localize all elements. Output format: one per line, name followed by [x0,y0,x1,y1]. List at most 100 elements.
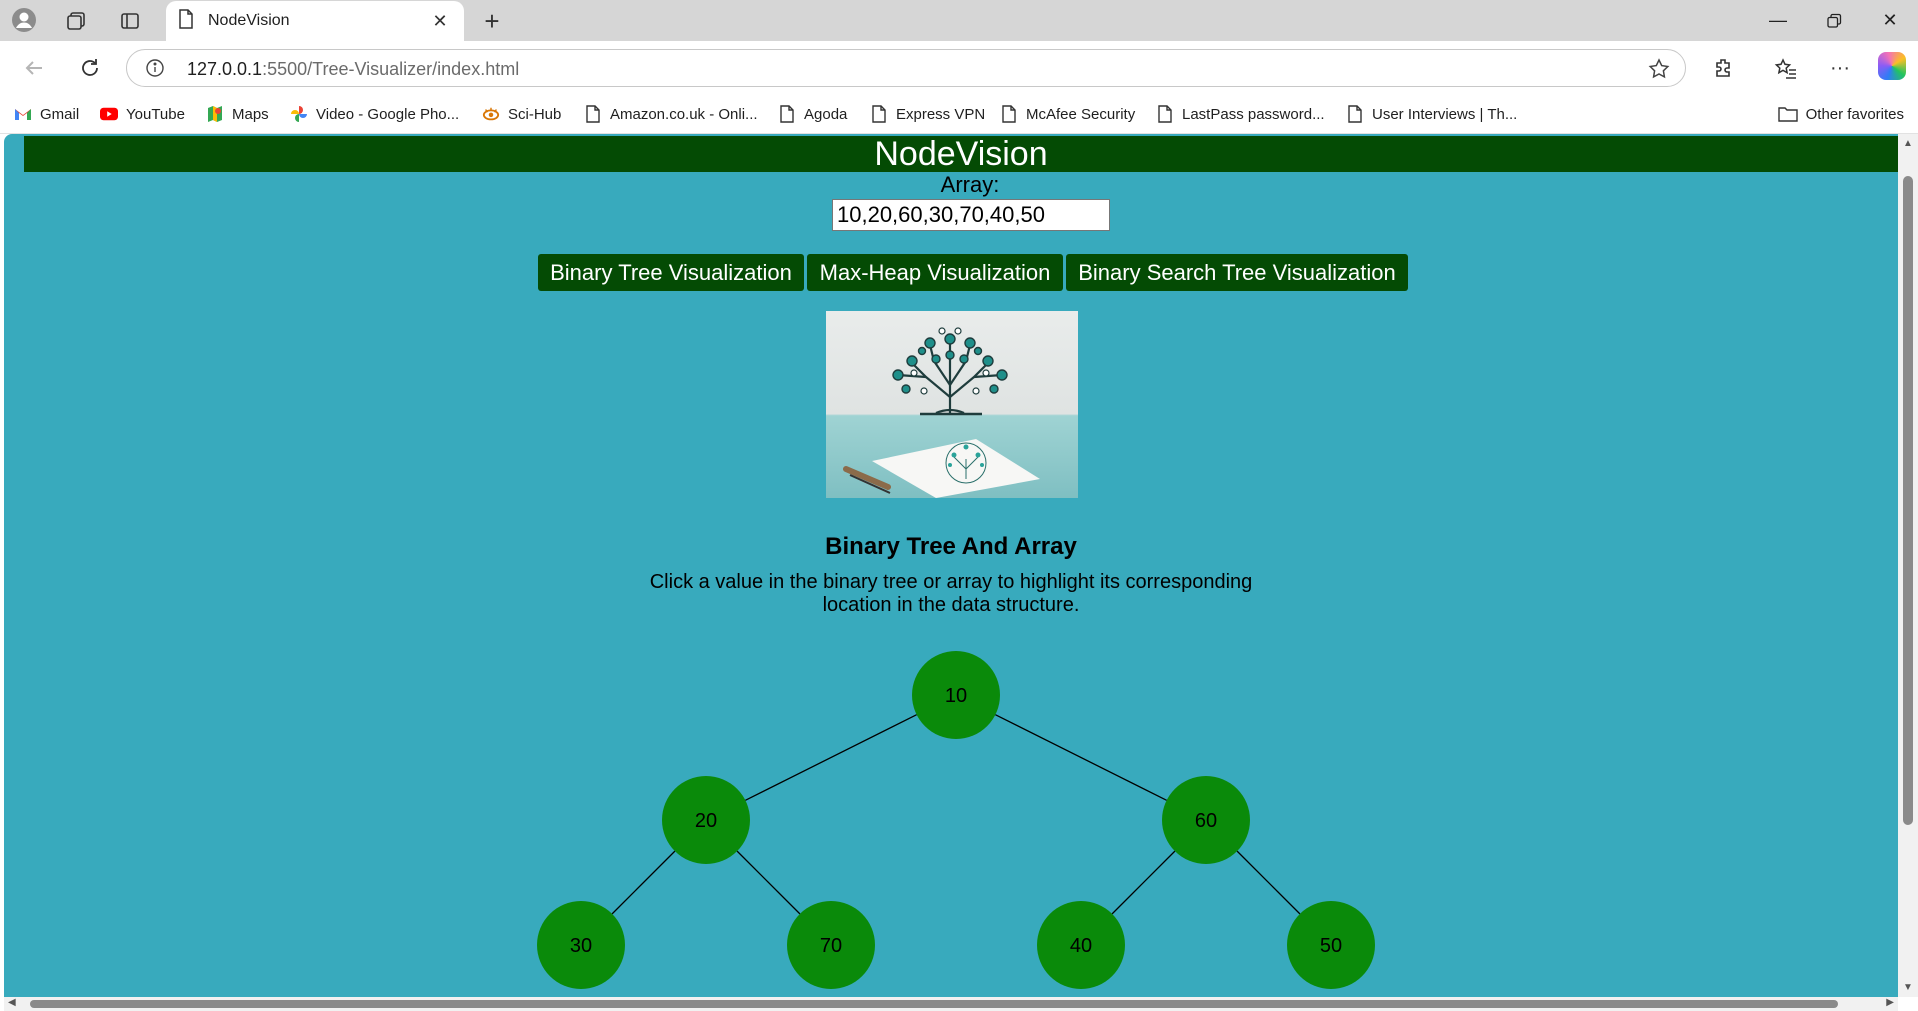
tree-node[interactable]: 30 [537,901,625,989]
max-heap-visualization-button[interactable]: Max-Heap Visualization [807,254,1063,291]
bookmark-lastpass[interactable]: LastPass password... [1156,102,1325,126]
tree-node[interactable]: 10 [912,651,1000,739]
bookmark-label: Amazon.co.uk - Onli... [610,105,758,123]
scroll-down-arrow-icon[interactable]: ▼ [1903,982,1913,993]
bookmark-label: McAfee Security [1026,105,1136,123]
binary-search-tree-visualization-button[interactable]: Binary Search Tree Visualization [1066,254,1408,291]
address-bar[interactable]: 127.0.0.1:5500/Tree-Visualizer/index.htm… [126,49,1686,87]
tree-node-value: 50 [1320,935,1342,957]
bookmarks-bar: Gmail YouTube Maps Video - Google Pho...… [0,94,1918,134]
bookmark-user-interviews[interactable]: User Interviews | Th... [1346,102,1517,126]
section-title: Binary Tree And Array [825,533,1077,560]
tree-node[interactable]: 50 [1287,901,1375,989]
scroll-left-arrow-icon[interactable]: ◀ [8,997,16,1008]
site-header: NodeVision [24,136,1898,172]
workspaces-icon[interactable] [60,5,92,37]
page-viewport: NodeVision Array: Binary Tree Visualizat… [4,134,1898,997]
binary-tree-visualization-button[interactable]: Binary Tree Visualization [538,254,804,291]
horizontal-scroll-thumb[interactable] [30,1000,1838,1008]
binary-tree-diagram: 10 20 60 30 70 40 50 [537,651,1375,989]
bookmark-label: User Interviews | Th... [1372,105,1518,123]
bookmark-mcafee[interactable]: McAfee Security [1000,102,1135,126]
tree-node-value: 30 [570,935,592,957]
tree-node[interactable]: 40 [1037,901,1125,989]
tree-edge [1111,850,1176,915]
tree-node-value: 20 [695,810,717,832]
array-label: Array: [940,172,1000,197]
bookmark-label: YouTube [126,105,185,123]
restore-button[interactable] [1806,0,1862,41]
active-tab[interactable]: NodeVision ✕ [166,1,464,41]
array-input[interactable] [832,199,1110,231]
gmail-icon [14,105,32,123]
youtube-icon [100,105,118,123]
horizontal-scrollbar[interactable]: ◀ ▶ [4,997,1898,1011]
close-window-button[interactable]: ✕ [1862,0,1918,41]
page-icon [870,105,888,123]
copilot-icon[interactable] [1878,52,1906,80]
vertical-tabs-icon[interactable] [114,5,146,37]
bookmark-sci-hub[interactable]: Sci-Hub [482,102,561,126]
new-tab-button[interactable]: + [476,5,508,37]
bookmark-google-photos[interactable]: Video - Google Pho... [290,102,459,126]
back-button[interactable] [16,50,52,86]
bookmark-label: Maps [232,105,269,123]
bookmark-gmail[interactable]: Gmail [14,102,79,126]
bookmark-label: Sci-Hub [508,105,562,123]
site-info-icon[interactable] [145,58,165,78]
scroll-right-arrow-icon[interactable]: ▶ [1886,997,1894,1008]
tree-node[interactable]: 20 [662,776,750,864]
hero-tree-illustration [826,311,1078,498]
other-favorites-label: Other favorites [1805,105,1904,123]
scihub-icon [482,105,500,123]
url-host: 127.0.0.1 [187,59,263,79]
profile-icon[interactable] [8,4,40,36]
vertical-scrollbar[interactable]: ▲ ▼ [1898,134,1918,997]
tab-strip: NodeVision ✕ + — ✕ [0,0,1918,41]
bookmark-label: Gmail [40,105,80,123]
instructions-text: Click a value in the binary tree or arra… [649,571,1253,616]
close-tab-icon[interactable]: ✕ [428,11,452,32]
url-text[interactable]: 127.0.0.1:5500/Tree-Visualizer/index.htm… [187,59,519,80]
tree-node[interactable]: 70 [787,901,875,989]
tree-edge [611,850,676,915]
tree-edge [736,850,801,915]
bookmark-maps[interactable]: Maps [206,102,269,126]
bookmark-label: Video - Google Pho... [316,105,460,123]
tree-node-value: 10 [945,685,967,707]
bookmark-label: Agoda [804,105,848,123]
other-favorites[interactable]: Other favorites [1777,102,1904,126]
tab-title: NodeVision [208,12,290,29]
favorites-icon[interactable] [1770,52,1802,84]
tree-node-value: 40 [1070,935,1092,957]
scroll-up-arrow-icon[interactable]: ▲ [1903,138,1913,149]
bookmark-label: Express VPN [896,105,986,123]
url-path: :5500/Tree-Visualizer/index.html [262,59,520,79]
bookmark-amazon[interactable]: Amazon.co.uk - Onli... [584,102,758,126]
page-icon [1156,105,1174,123]
bookmark-express-vpn[interactable]: Express VPN [870,102,985,126]
tree-node[interactable]: 60 [1162,776,1250,864]
vertical-scroll-thumb[interactable] [1903,176,1913,825]
bookmark-agoda[interactable]: Agoda [778,102,847,126]
page-icon [1000,105,1018,123]
browser-toolbar: 127.0.0.1:5500/Tree-Visualizer/index.htm… [0,41,1918,94]
extensions-icon[interactable] [1708,52,1740,84]
tree-node-value: 60 [1195,810,1217,832]
page-icon [584,105,602,123]
folder-icon [1777,106,1798,122]
bookmark-youtube[interactable]: YouTube [100,102,185,126]
reload-button[interactable] [72,50,108,86]
more-menu-icon[interactable]: ··· [1824,52,1856,84]
page-icon [178,8,194,34]
page-icon [778,105,796,123]
favorite-star-icon[interactable] [1647,57,1671,81]
tree-edge [745,714,917,801]
minimize-button[interactable]: — [1750,0,1806,41]
tree-node-value: 70 [820,935,842,957]
tree-edge [995,714,1167,801]
page-icon [1346,105,1364,123]
bookmark-label: LastPass password... [1182,105,1325,123]
tree-edge [1236,850,1301,915]
maps-icon [206,105,224,123]
